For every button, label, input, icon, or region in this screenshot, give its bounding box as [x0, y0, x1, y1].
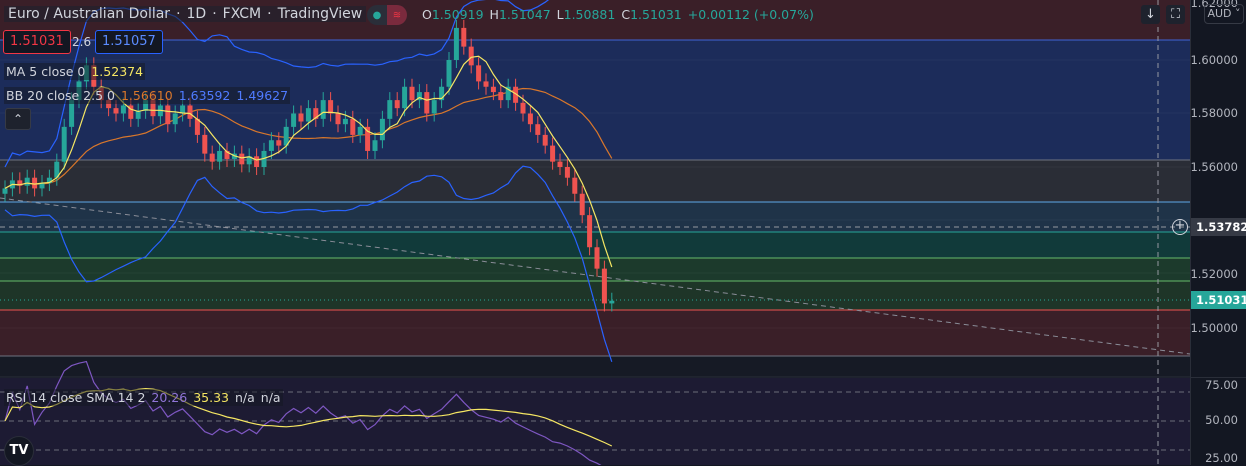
candle: [402, 86, 408, 109]
candle: [424, 92, 430, 114]
candle: [520, 102, 526, 114]
zone-8: [0, 356, 1190, 377]
candle: [268, 140, 274, 151]
wave-icon: ≋: [387, 5, 407, 25]
candle: [320, 100, 326, 119]
zone-2: [0, 160, 1190, 202]
candle: [32, 177, 38, 189]
spread: 2.6: [72, 35, 92, 49]
candle: [498, 92, 504, 101]
candle: [209, 153, 215, 162]
candle: [609, 300, 615, 304]
candle: [187, 105, 193, 119]
candle: [476, 65, 482, 82]
candle: [387, 100, 393, 119]
candle: [409, 86, 415, 101]
candle: [564, 167, 570, 178]
candle: [202, 134, 208, 154]
candle: [601, 268, 607, 304]
candle: [135, 110, 141, 119]
rsi-legend[interactable]: RSI 14 close SMA 14 2 20.26 35.33 n/a n/a: [4, 389, 283, 406]
candle: [468, 46, 474, 66]
source: TradingView: [277, 6, 363, 22]
currency-dropdown[interactable]: AUD ˅: [1204, 4, 1244, 24]
candle: [446, 60, 452, 87]
candle: [113, 108, 119, 114]
candle: [298, 113, 304, 122]
candle: [305, 108, 311, 122]
ma-legend[interactable]: MA 5 close 0 1.52374: [4, 63, 146, 80]
candle: [394, 100, 400, 109]
candle: [550, 145, 556, 162]
candle: [587, 215, 593, 248]
candle: [557, 161, 563, 167]
candle: [172, 113, 178, 125]
collapse-legend-button[interactable]: ⌃: [5, 108, 31, 130]
candle: [461, 27, 467, 47]
candle: [490, 86, 496, 93]
candle: [69, 100, 75, 127]
market-open-icon: ●: [372, 9, 382, 21]
candle: [328, 100, 334, 114]
candle: [594, 247, 600, 269]
candle: [217, 150, 223, 162]
candle: [483, 81, 489, 87]
candle: [2, 188, 8, 194]
sell-button[interactable]: 1.51031: [3, 30, 71, 54]
candle: [165, 105, 171, 125]
tradingview-logo[interactable]: TV: [4, 436, 34, 466]
scroll-down-button[interactable]: ↓: [1141, 5, 1160, 24]
candle: [61, 126, 67, 162]
candle: [350, 118, 356, 135]
candle: [453, 27, 459, 60]
bb-legend[interactable]: BB 20 close 2.5 0 1.56610 1.63592 1.49627: [4, 87, 291, 104]
add-plus-icon[interactable]: +: [1172, 219, 1188, 235]
candle: [431, 100, 437, 114]
fullscreen-button[interactable]: ⛶: [1166, 5, 1185, 24]
candle: [24, 177, 30, 186]
candle: [357, 126, 363, 135]
interval: 1D: [186, 6, 207, 22]
buy-button[interactable]: 1.51057: [95, 30, 163, 54]
candle: [254, 156, 260, 167]
candle: [372, 140, 378, 151]
candle: [572, 177, 578, 194]
candle: [342, 118, 348, 125]
candle: [542, 134, 548, 146]
candle: [239, 153, 245, 165]
candle: [276, 140, 282, 146]
market-status-toggle[interactable]: ● ≋: [367, 5, 407, 25]
candle: [379, 118, 385, 141]
candle: [535, 124, 541, 135]
candle: [335, 113, 341, 125]
candle: [291, 113, 297, 127]
candle: [120, 105, 126, 114]
last-price-label: 1.51031: [1191, 291, 1246, 309]
exchange: FXCM: [222, 6, 262, 22]
candle: [579, 193, 585, 216]
ohlc-readout: O1.50919 H1.51047 L1.50881 C1.51031 +0.0…: [422, 7, 814, 22]
crosshair-price-label: 1.53782: [1191, 218, 1246, 236]
zone-7: [0, 310, 1190, 356]
symbol-name: Euro / Australian Dollar: [8, 6, 171, 22]
symbol-title[interactable]: Euro / Australian Dollar · 1D · FXCM · Trad…: [4, 6, 367, 22]
candle: [527, 113, 533, 125]
